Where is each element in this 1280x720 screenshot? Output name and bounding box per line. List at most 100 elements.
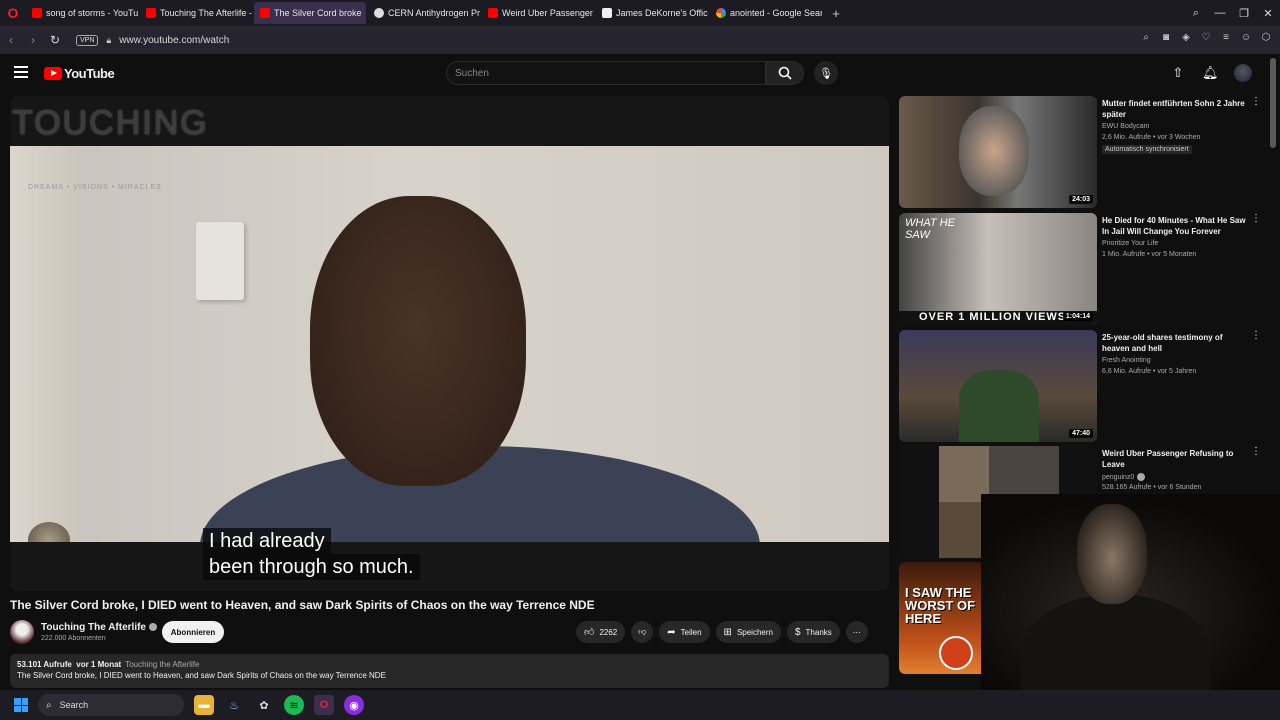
menu-icon[interactable]: ≡	[1220, 32, 1232, 46]
thumbs-down-icon: 👎︎	[638, 627, 647, 636]
steam-icon[interactable]: ♨	[224, 695, 244, 715]
extension-icon[interactable]: ⬡	[1260, 32, 1272, 46]
browser-tab-bar: O song of storms - YouTube Touching The …	[0, 0, 1280, 26]
new-tab-button[interactable]: +	[828, 5, 844, 21]
subscribe-button[interactable]: Abonnieren	[162, 621, 224, 643]
webcam-overlay	[981, 494, 1280, 690]
recommendation-channel[interactable]: penguinz0	[1102, 473, 1146, 481]
forward-icon[interactable]: ›	[22, 33, 44, 47]
shield-icon[interactable]: ◈	[1180, 32, 1192, 46]
video-meta: 53.101 Aufrufe vor 1 Monat Touching the A…	[17, 660, 882, 669]
recommendation-item[interactable]: WHAT HE SAW OVER 1 MILLION VIEWS 1:04:14…	[899, 213, 1269, 325]
recommendation-item[interactable]: 24:03 Mutter findet entführten Sohn 2 Ja…	[899, 96, 1269, 208]
maximize-button[interactable]: ❐	[1232, 7, 1256, 20]
profile-icon[interactable]: ☺	[1240, 32, 1252, 46]
like-button[interactable]: 👍︎ 2262	[576, 621, 626, 643]
recommendation-channel[interactable]: Fresh Anointing	[1102, 357, 1151, 364]
lock-icon[interactable]: 🔒︎	[106, 35, 111, 46]
windows-start-icon[interactable]	[14, 698, 28, 712]
youtube-header: YouTube Suchen 🎙︎ ⇧ 🔔︎	[0, 54, 1280, 92]
spotify-icon[interactable]: ≋	[284, 695, 304, 715]
back-icon[interactable]: ‹	[0, 33, 22, 47]
recommendation-title[interactable]: Mutter findet entführten Sohn 2 Jahre sp…	[1102, 98, 1250, 120]
thumbs-up-icon: 👍︎	[584, 627, 595, 638]
video-player[interactable]: TOUCHING DREAMS • VISIONS • MIRACLES I h…	[10, 96, 889, 591]
tab-silver-cord[interactable]: The Silver Cord broke	[254, 2, 366, 24]
hamburger-menu-icon[interactable]	[14, 66, 28, 78]
auto-dubbed-badge: Automatisch synchronisiert	[1102, 145, 1192, 154]
vpn-badge[interactable]: VPN	[76, 34, 99, 46]
more-options-icon[interactable]: ⋮	[1251, 213, 1261, 224]
opera-logo-icon[interactable]: O	[0, 0, 26, 26]
tab-label: song of storms - YouTube	[46, 8, 138, 18]
youtube-logo-text: YouTube	[64, 66, 115, 81]
close-button[interactable]: ✕	[1256, 7, 1280, 20]
upload-icon[interactable]: ⇧	[1170, 65, 1186, 81]
search-input[interactable]: Suchen	[446, 61, 766, 85]
channel-avatar[interactable]	[10, 620, 34, 644]
search-icon[interactable]: ⌕	[1140, 32, 1152, 46]
more-options-icon[interactable]: ⋮	[1251, 446, 1261, 457]
video-thumbnail[interactable]: WHAT HE SAW OVER 1 MILLION VIEWS 1:04:14	[899, 213, 1097, 325]
description-box[interactable]: 53.101 Aufrufe vor 1 Monat Touching the A…	[10, 654, 889, 688]
recommendation-title[interactable]: He Died for 40 Minutes - What He Saw In …	[1102, 215, 1250, 237]
webcam-person-body	[1021, 594, 1211, 690]
share-icon: ➦	[667, 626, 676, 638]
save-label: Speichern	[736, 627, 773, 637]
tab-james-dekorne[interactable]: James DeKorne's Official	[596, 2, 708, 24]
channel-tag[interactable]: Touching the Afterlife	[125, 660, 199, 669]
tab-touching-afterlife[interactable]: Touching The Afterlife - Yo	[140, 2, 252, 24]
view-count: 53.101 Aufrufe	[17, 660, 72, 669]
avatar[interactable]	[1234, 64, 1252, 82]
microphone-icon[interactable]: 🎙︎	[814, 61, 838, 85]
video-thumbnail[interactable]: 24:03	[899, 96, 1097, 208]
youtube-play-icon	[44, 67, 62, 80]
search-icon	[778, 66, 792, 80]
tab-anointed[interactable]: anointed - Google Search	[710, 2, 822, 24]
recommendation-item[interactable]: 47:40 25-year-old shares testimony of he…	[899, 330, 1269, 442]
camera-icon[interactable]: ◙	[1160, 32, 1172, 46]
page-scrollbar[interactable]	[1270, 58, 1276, 148]
recommendation-title[interactable]: Weird Uber Passenger Refusing to Leave	[1102, 448, 1250, 470]
recommendation-channel[interactable]: EWU Bodycam	[1102, 123, 1149, 130]
recommendation-meta: 1 Mio. Aufrufe • vor 5 Monaten	[1102, 251, 1197, 258]
tab-cern[interactable]: CERN Antihydrogen Proje	[368, 2, 480, 24]
dislike-button[interactable]: 👎︎	[631, 621, 654, 643]
save-button[interactable]: ⊞ Speichern	[715, 621, 781, 643]
purple-app-icon[interactable]: ◉	[344, 695, 364, 715]
channel-name[interactable]: Touching The Afterlife	[41, 622, 157, 633]
opera-icon[interactable]: O	[314, 695, 334, 715]
thumbnail-circle	[939, 636, 973, 670]
youtube-icon	[488, 8, 498, 18]
more-options-icon[interactable]: ⋮	[1251, 330, 1261, 341]
youtube-icon	[32, 8, 42, 18]
search-button[interactable]	[766, 61, 804, 85]
save-icon: ⊞	[723, 626, 732, 638]
recommendation-channel[interactable]: Prioritize Your Life	[1102, 240, 1158, 247]
tab-label: Touching The Afterlife - Yo	[160, 8, 252, 18]
caption-line: been through so much.	[203, 554, 420, 580]
tab-search-icon[interactable]: ⌕	[1184, 7, 1208, 20]
video-duration: 1:04:14	[1062, 312, 1093, 321]
youtube-logo[interactable]: YouTube	[44, 66, 115, 81]
tab-song-of-storms[interactable]: song of storms - YouTube	[26, 2, 138, 24]
taskbar-search[interactable]: ⌕ Search	[38, 694, 184, 716]
app-icon[interactable]: ✿	[254, 695, 274, 715]
reload-icon[interactable]: ↻	[44, 33, 66, 47]
share-button[interactable]: ➦ Teilen	[659, 621, 710, 643]
url-field[interactable]: www.youtube.com/watch	[119, 35, 229, 46]
notifications-bell-icon[interactable]: 🔔︎	[1202, 65, 1219, 81]
recommendation-title[interactable]: 25-year-old shares testimony of heaven a…	[1102, 332, 1250, 354]
heart-icon[interactable]: ♡	[1200, 32, 1212, 46]
more-actions-button[interactable]: ⋯	[845, 621, 868, 643]
description-text: The Silver Cord broke, I DIED went to He…	[17, 671, 386, 680]
video-title: The Silver Cord broke, I DIED went to He…	[10, 598, 595, 612]
thanks-button[interactable]: $ Thanks	[786, 621, 840, 643]
caption-line: I had already	[203, 528, 331, 554]
minimize-button[interactable]: —	[1208, 7, 1232, 19]
video-thumbnail[interactable]: 47:40	[899, 330, 1097, 442]
video-duration: 47:40	[1069, 429, 1093, 438]
tab-weird-uber[interactable]: Weird Uber Passenger Ref	[482, 2, 594, 24]
file-explorer-icon[interactable]: ▬	[194, 695, 214, 715]
more-options-icon[interactable]: ⋮	[1251, 96, 1261, 107]
